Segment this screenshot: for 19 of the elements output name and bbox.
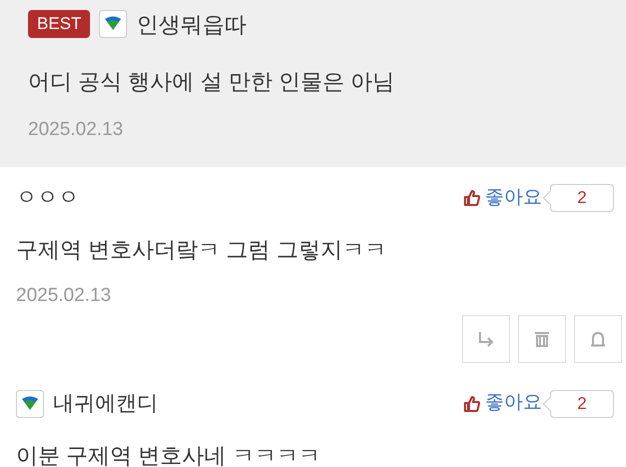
comment-text: 구제역 변호사더랔ㅋ 그럼 그렇지ㅋㅋ: [16, 236, 388, 264]
thumbs-up-icon: [463, 394, 481, 412]
comment-date: 2025.02.13: [16, 284, 112, 308]
trash-icon: [534, 330, 550, 346]
best-badge: BEST: [28, 10, 90, 38]
comment-text: 어디 공식 행사에 설 만한 인물은 아님: [28, 68, 396, 96]
comment-author: ㅇㅇㅇ: [16, 185, 79, 212]
comment-author: 내귀에캔디: [53, 390, 158, 417]
comment-author: 인생뭐읍따: [136, 10, 246, 38]
reply-arrow-icon: [477, 330, 495, 346]
comment-text: 이분 구제역 변호사네 ㅋㅋㅋㅋ: [16, 442, 322, 467]
reply-button[interactable]: [462, 314, 510, 362]
delete-button[interactable]: [518, 314, 566, 362]
like-button[interactable]: 좋아요: [463, 389, 542, 418]
comment-date: 2025.02.13: [28, 118, 124, 142]
siren-icon: [590, 330, 606, 346]
thumbs-up-icon: [463, 189, 481, 207]
report-button[interactable]: [574, 314, 622, 362]
like-button[interactable]: 좋아요: [463, 184, 542, 212]
